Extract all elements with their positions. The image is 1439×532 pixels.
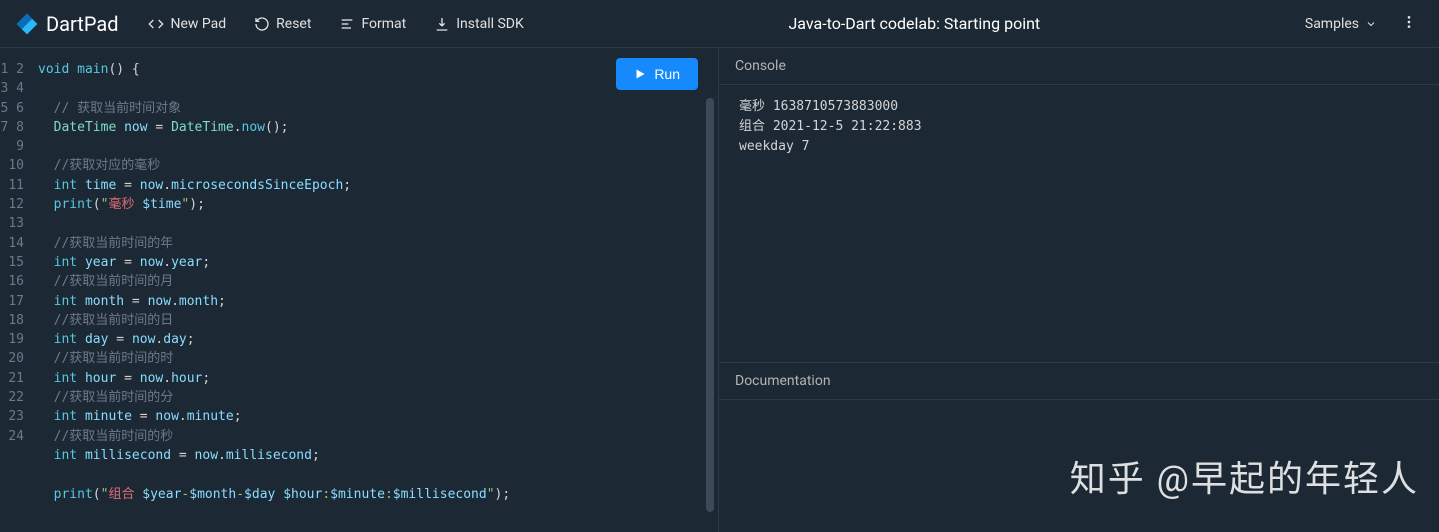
samples-label: Samples — [1305, 16, 1359, 32]
documentation-pane: Documentation — [719, 362, 1439, 532]
code-icon — [148, 16, 164, 32]
reset-icon — [254, 16, 270, 32]
play-icon — [634, 68, 646, 80]
code-editor[interactable]: void main() { // 获取当前时间对象 DateTime now =… — [32, 48, 718, 532]
run-label: Run — [654, 66, 680, 82]
install-sdk-button[interactable]: Install SDK — [424, 10, 534, 38]
more-menu-button[interactable] — [1395, 8, 1423, 40]
chevron-down-icon — [1365, 18, 1377, 30]
install-sdk-label: Install SDK — [456, 16, 524, 32]
editor-pane: 1 2 3 4 5 6 7 8 9 10 11 12 13 14 15 16 1… — [0, 48, 718, 532]
console-pane: Console 毫秒 1638710573883000 组合 2021-12-5… — [719, 48, 1439, 362]
samples-dropdown[interactable]: Samples — [1295, 10, 1387, 38]
run-button[interactable]: Run — [616, 58, 698, 90]
reset-button[interactable]: Reset — [244, 10, 321, 38]
right-pane: Console 毫秒 1638710573883000 组合 2021-12-5… — [718, 48, 1439, 532]
new-pad-button[interactable]: New Pad — [138, 10, 236, 38]
logo-text: DartPad — [46, 12, 118, 36]
more-vert-icon — [1401, 14, 1417, 30]
reset-label: Reset — [276, 16, 311, 32]
console-output: 毫秒 1638710573883000 组合 2021-12-5 21:22:8… — [719, 85, 1439, 169]
line-gutter: 1 2 3 4 5 6 7 8 9 10 11 12 13 14 15 16 1… — [0, 48, 32, 532]
page-title: Java-to-Dart codelab: Starting point — [542, 14, 1287, 33]
format-label: Format — [361, 16, 406, 32]
documentation-header: Documentation — [719, 363, 1439, 400]
dart-logo-icon — [16, 12, 38, 36]
main-area: 1 2 3 4 5 6 7 8 9 10 11 12 13 14 15 16 1… — [0, 48, 1439, 532]
format-icon — [339, 16, 355, 32]
header-bar: DartPad New Pad Reset Format Install SDK… — [0, 0, 1439, 48]
format-button[interactable]: Format — [329, 10, 416, 38]
download-icon — [434, 16, 450, 32]
editor-scrollbar[interactable] — [706, 98, 714, 512]
new-pad-label: New Pad — [170, 16, 226, 32]
logo[interactable]: DartPad — [16, 12, 118, 36]
console-header: Console — [719, 48, 1439, 85]
